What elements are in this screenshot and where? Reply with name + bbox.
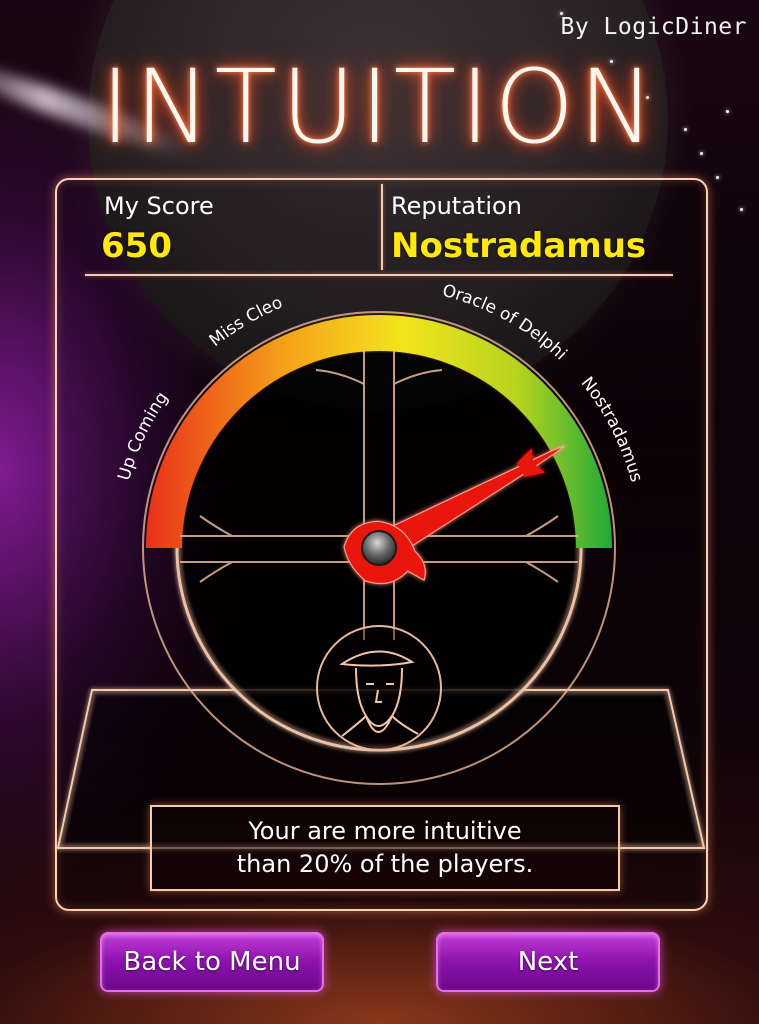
- next-button[interactable]: Next: [436, 932, 660, 992]
- result-line-2: than 20% of the players.: [236, 850, 534, 878]
- back-to-menu-button[interactable]: Back to Menu: [100, 932, 324, 992]
- result-line-1: Your are more intuitive: [248, 817, 522, 845]
- gauge-hub: [361, 530, 397, 566]
- result-message: Your are more intuitive than 20% of the …: [150, 805, 620, 891]
